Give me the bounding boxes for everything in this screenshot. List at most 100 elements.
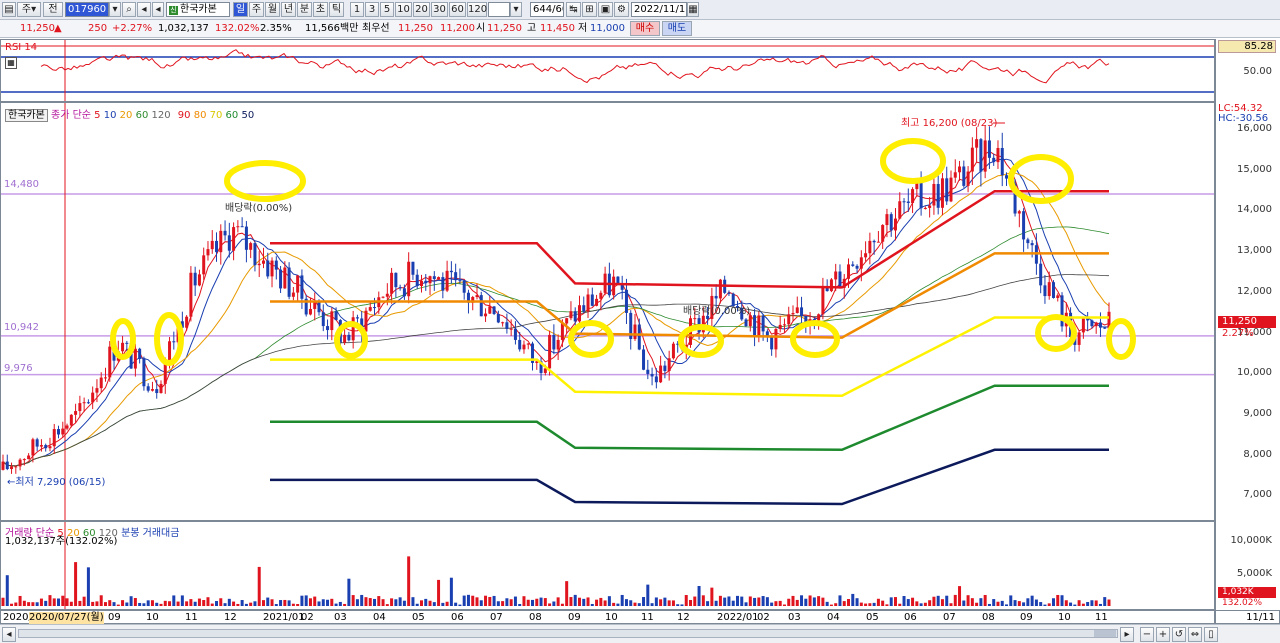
candle-body [138, 348, 142, 359]
candle-body [202, 255, 206, 275]
volume-bar [74, 562, 78, 606]
minute-30[interactable]: 30 [431, 2, 448, 17]
custom-period-dropdown-icon[interactable]: ▾ [510, 2, 522, 17]
vol-extra: 분봉 거래대금 [121, 528, 180, 539]
sell-button[interactable]: 매도 [662, 21, 692, 36]
volume-bar [505, 598, 509, 606]
minute-10[interactable]: 10 [395, 2, 412, 17]
grid-icon[interactable]: ▦ [5, 57, 17, 69]
candle-body [449, 270, 453, 273]
volume-bar [103, 602, 107, 606]
candle-body [847, 264, 851, 279]
volume-bar [795, 599, 799, 606]
volume-bar [1013, 600, 1017, 606]
volume-bar [492, 595, 496, 606]
zoom-out-icon[interactable]: − [1140, 627, 1154, 642]
reset-icon[interactable]: ↺ [1172, 627, 1186, 642]
volume-bar [334, 603, 338, 606]
volume-bar [300, 595, 304, 606]
scrollbar-thumb[interactable] [1094, 630, 1116, 637]
volume-bar [415, 603, 419, 606]
prev-button[interactable]: 전 [43, 2, 63, 17]
period-day[interactable]: 일 [233, 2, 248, 17]
minute-5[interactable]: 5 [380, 2, 394, 17]
code-dropdown-icon[interactable]: ▾ [109, 2, 121, 17]
fit-icon[interactable]: ⇔ [1188, 627, 1202, 642]
scrollbar-track[interactable] [18, 629, 1118, 638]
candle-body [902, 201, 906, 203]
volume-bar [996, 601, 1000, 606]
price-panel: 한국카본 종가 단순 5 10 20 60 120 90 80 70 60 50… [0, 102, 1215, 521]
quote-open-label: 시 [476, 23, 486, 34]
count-field[interactable]: 644/600 [530, 2, 564, 17]
volume-bar [590, 603, 594, 606]
volume-bar [548, 603, 552, 606]
volume-bar [1094, 600, 1098, 606]
volume-bar [14, 602, 18, 606]
candle-body [893, 218, 897, 231]
candle-body [407, 261, 411, 297]
expand-icon[interactable]: ↹ [566, 2, 581, 17]
candle-body [236, 226, 240, 228]
period-second[interactable]: 초 [313, 2, 328, 17]
volume-bar [377, 596, 381, 606]
minute-20[interactable]: 20 [413, 2, 430, 17]
mode-select[interactable]: 주▾ [17, 2, 41, 17]
code-input[interactable]: 017960 [65, 2, 109, 17]
ref-label-10942: 10,942 [4, 322, 39, 333]
rsi-panel: RSI 14 ▦ [0, 39, 1215, 102]
candle-body [321, 312, 325, 327]
price-scale: LC:54.32 HC:-30.56 16,000 15,000 14,000 … [1215, 102, 1280, 521]
custom-period-input[interactable] [488, 2, 510, 17]
volume-bar [501, 601, 505, 606]
date-field[interactable]: 2022/11/11 [631, 2, 687, 17]
buy-button[interactable]: 매수 [630, 21, 660, 36]
settings-icon[interactable]: ⚙ [614, 2, 629, 17]
candle-body [1005, 175, 1009, 179]
search-icon[interactable]: ⌕ [122, 2, 136, 17]
volume-bar [313, 596, 317, 606]
volume-bar [18, 595, 22, 606]
minute-1[interactable]: 1 [350, 2, 364, 17]
menu-icon[interactable]: ▤ [2, 2, 16, 17]
lock-icon[interactable]: ▯ [1204, 627, 1218, 642]
minute-60[interactable]: 60 [449, 2, 466, 17]
candle-body [347, 334, 351, 341]
mode-select-label: 주 [21, 4, 32, 15]
volume-bar [1005, 604, 1009, 606]
volume-bar [787, 598, 791, 606]
quote-high: 11,450 [540, 23, 575, 34]
period-minute[interactable]: 분 [297, 2, 312, 17]
save-icon[interactable]: ▣ [598, 2, 613, 17]
speaker-icon[interactable]: ◂ [137, 2, 151, 17]
scroll-left-icon[interactable]: ◂ [2, 627, 16, 642]
period-tick[interactable]: 틱 [329, 2, 344, 17]
volume-bar [987, 603, 991, 606]
candle-body [864, 253, 868, 258]
candle-body [155, 389, 159, 394]
volume-bar [949, 603, 953, 606]
minute-120[interactable]: 120 [467, 2, 487, 17]
volume-bar [791, 595, 795, 606]
arrow-left-icon[interactable]: ◂ [152, 2, 164, 17]
zoom-icon[interactable]: ⊞ [582, 2, 597, 17]
scroll-right-icon[interactable]: ▸ [1120, 627, 1134, 642]
period-year[interactable]: 년 [281, 2, 296, 17]
volume-bar [620, 594, 624, 606]
candle-body [1022, 211, 1026, 240]
candle-body [932, 183, 936, 206]
candle-body [970, 147, 974, 172]
quote-volume: 1,032,137 [158, 23, 209, 34]
minute-3[interactable]: 3 [365, 2, 379, 17]
zoom-in-icon[interactable]: + [1156, 627, 1170, 642]
period-month[interactable]: 월 [265, 2, 280, 17]
candle-body [876, 241, 880, 243]
volume-bar [381, 599, 385, 606]
period-week[interactable]: 주 [249, 2, 264, 17]
x-label-3: 10 [146, 612, 159, 623]
calendar-icon[interactable]: ▦ [687, 2, 699, 17]
volume-bar [804, 598, 808, 606]
candle-body [27, 455, 31, 460]
candle-body [548, 334, 552, 369]
y-tick-7000: 7,000 [1243, 489, 1272, 500]
